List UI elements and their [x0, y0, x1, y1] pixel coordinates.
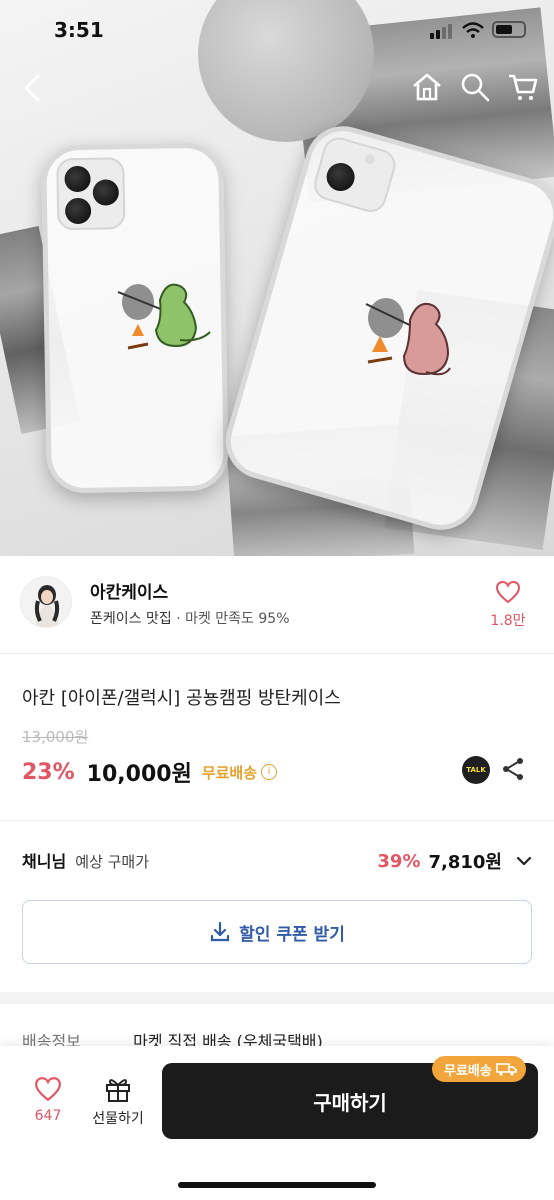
store-category: 폰케이스 맛집 [90, 611, 172, 627]
kakaotalk-button[interactable]: TALK [462, 756, 490, 784]
status-bar: 3:51 [0, 0, 554, 58]
back-icon[interactable] [16, 70, 52, 106]
download-icon [211, 921, 230, 942]
product-image[interactable]: 3:51 [0, 0, 554, 556]
expected-discount: 39% [377, 850, 421, 872]
store-row[interactable]: 아칸케이스 폰케이스 맛집 · 마켓 만족도 95% 1.8만 [0, 556, 554, 654]
gift-icon [106, 1079, 130, 1102]
avatar-illustration [21, 577, 71, 627]
expected-price-row[interactable]: 채니님 예상 구매가 39% 7,810원 [22, 848, 532, 876]
free-shipping-badge: 무료배송 [432, 1056, 526, 1082]
product-like-count: 647 [34, 1108, 62, 1124]
coupon-download-button[interactable]: 할인 쿠폰 받기 [22, 900, 532, 964]
expected-price-label: 예상 구매가 [75, 853, 150, 871]
store-like-count: 1.8만 [490, 613, 526, 629]
free-shipping-label: 무료배송 [201, 763, 258, 782]
battery-icon [492, 21, 526, 38]
price-row: 23% 10,000원 무료배송 i [22, 756, 278, 788]
share-icon[interactable] [500, 756, 526, 782]
user-name: 채니님 [22, 852, 67, 871]
section-divider [0, 992, 554, 1004]
green-dino-icon [117, 283, 211, 350]
coupon-label: 할인 쿠폰 받기 [239, 924, 345, 945]
info-icon[interactable]: i [261, 764, 278, 780]
home-icon[interactable] [410, 70, 444, 104]
divider [0, 820, 554, 821]
truck-icon [496, 1063, 517, 1076]
search-icon[interactable] [458, 70, 492, 104]
discount-rate: 23% [22, 759, 75, 785]
heart-icon [495, 580, 521, 604]
original-price: 13,000원 [22, 728, 89, 746]
cart-icon[interactable] [506, 70, 540, 104]
wifi-icon [462, 21, 484, 38]
sale-price: 10,000원 [86, 762, 192, 787]
product-like-button[interactable]: 647 [24, 1076, 72, 1124]
store-subtitle: 폰케이스 맛집 · 마켓 만족도 95% [90, 608, 290, 628]
free-shipping-badge-label: 무료배송 [444, 1063, 492, 1079]
pink-dino-icon [365, 298, 451, 376]
home-indicator [178, 1182, 376, 1188]
heart-icon [35, 1077, 61, 1102]
signal-icon [430, 20, 454, 39]
gift-button[interactable]: 선물하기 [88, 1076, 148, 1128]
store-satisfaction: · 마켓 만족도 95% [176, 611, 290, 627]
expected-price: 7,810원 [428, 852, 503, 873]
store-avatar[interactable] [20, 576, 72, 628]
gift-label: 선물하기 [92, 1111, 144, 1127]
status-time: 3:51 [54, 18, 104, 42]
bottom-action-bar: 647 선물하기 구매하기 무료배송 [0, 1046, 554, 1200]
chevron-down-icon[interactable] [516, 855, 532, 867]
store-like-button[interactable]: 1.8만 [488, 580, 528, 630]
product-title: 아칸 [아이폰/갤럭시] 공뇽캠핑 방탄케이스 [22, 688, 341, 709]
store-name[interactable]: 아칸케이스 [90, 578, 168, 603]
